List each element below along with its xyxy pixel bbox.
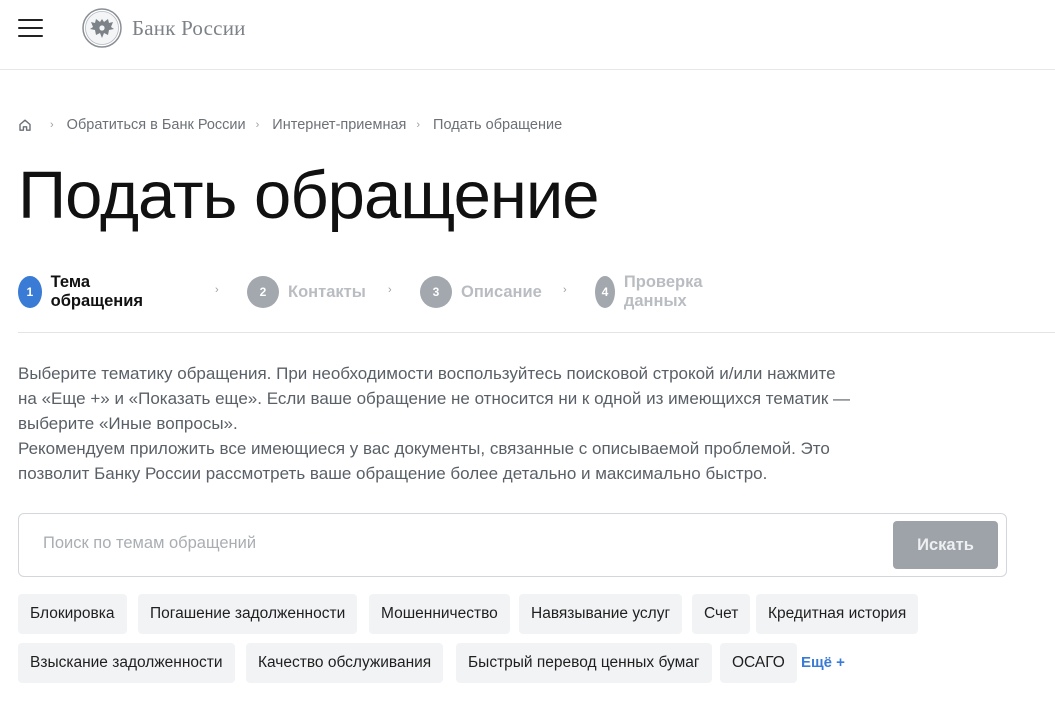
step-number-badge: 3 [420, 276, 452, 308]
step-topic[interactable]: 1 Тема обращения [18, 273, 151, 310]
step-number-badge: 4 [595, 276, 615, 308]
step-number-badge: 1 [18, 276, 42, 308]
topic-search-box: Искать [18, 513, 1007, 577]
topic-chip[interactable]: Быстрый перевод ценных бумаг [456, 643, 712, 683]
step-label: Контакты [288, 282, 366, 301]
step-number-badge: 2 [247, 276, 279, 308]
step-contacts[interactable]: 2 Контакты [247, 276, 366, 308]
home-icon[interactable] [18, 118, 32, 132]
intro-line: Выберите тематику обращения. При необход… [18, 364, 836, 383]
logo-text: Банк России [132, 15, 246, 40]
breadcrumb: › Обратиться в Банк России › Интернет-пр… [18, 117, 562, 133]
intro-line: выберите «Иные вопросы». [18, 414, 238, 433]
logo[interactable]: Банк России [82, 8, 246, 48]
double-headed-eagle-icon [82, 8, 122, 48]
topic-chip[interactable]: Навязывание услуг [519, 594, 683, 634]
topic-chip[interactable]: Блокировка [18, 594, 127, 634]
step-chevron-icon: › [215, 284, 219, 296]
topic-chip[interactable]: Счет [692, 594, 751, 634]
step-description[interactable]: 3 Описание [420, 276, 542, 308]
intro-line: Рекомендуем приложить все имеющиеся у ва… [18, 439, 830, 458]
breadcrumb-item-contact-bank[interactable]: Обратиться в Банк России [67, 117, 246, 133]
step-label: Описание [461, 282, 542, 301]
intro-text: Выберите тематику обращения. При необход… [18, 361, 918, 486]
topic-search-input[interactable] [43, 534, 743, 553]
breadcrumb-item-current: Подать обращение [433, 117, 563, 133]
show-more-topics-link[interactable]: Ещё + [801, 654, 845, 671]
topic-chip[interactable]: Качество обслуживания [246, 643, 444, 683]
step-review[interactable]: 4 Проверка данных [595, 273, 715, 310]
topic-chip[interactable]: ОСАГО [720, 643, 797, 683]
hamburger-menu-icon[interactable] [18, 19, 43, 37]
breadcrumb-separator-icon: › [255, 119, 260, 131]
intro-line: на «Еще +» и «Показать еще». Если ваше о… [18, 389, 851, 408]
page-title: Подать обращение [18, 158, 600, 233]
topic-chip[interactable]: Взыскание задолженности [18, 643, 235, 683]
breadcrumb-separator-icon: › [50, 119, 54, 131]
intro-line: позволит Банку России рассмотреть ваше о… [18, 464, 768, 483]
step-chevron-icon: › [563, 284, 567, 296]
topic-chip[interactable]: Погашение задолженности [138, 594, 358, 634]
step-chevron-icon: › [388, 284, 392, 296]
step-label: Тема обращения [50, 273, 144, 310]
topic-chip[interactable]: Мошенничество [369, 594, 510, 634]
breadcrumb-separator-icon: › [416, 119, 421, 131]
stepper-divider [18, 332, 1055, 333]
search-button[interactable]: Искать [893, 521, 998, 569]
breadcrumb-item-internet-reception[interactable]: Интернет-приемная [272, 117, 406, 133]
topic-chip[interactable]: Кредитная история [756, 594, 919, 634]
top-header: Банк России [0, 0, 1055, 70]
step-label: Проверка данных [623, 273, 703, 310]
